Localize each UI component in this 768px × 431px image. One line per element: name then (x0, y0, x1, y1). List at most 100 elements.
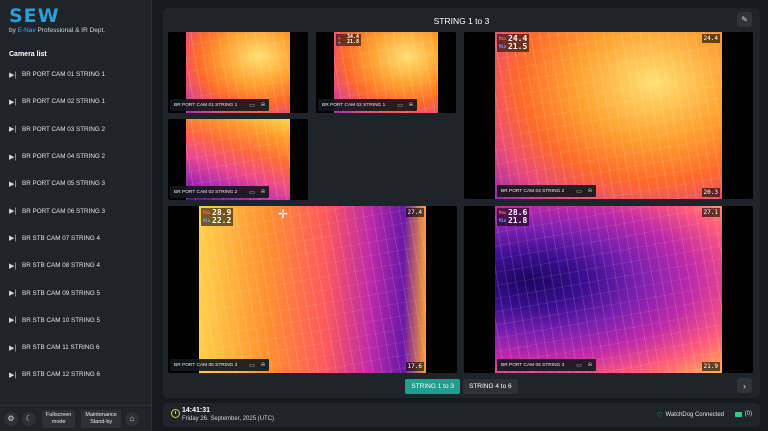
alarm-icon[interactable]: ⍾ (588, 362, 592, 369)
thermal-image (199, 206, 426, 373)
camera-tile[interactable]: BR PORT CAM 01 STRING 1 ▭ ⍾ (168, 32, 308, 113)
app-root: SEW by E-Nav Professional & IR Dept. Cam… (0, 0, 768, 431)
page-title: STRING 1 to 3 (433, 16, 490, 26)
sidebar-footer: ⚙ ☾ Fullscreen mode Maintenance Stand-by ⌂ (0, 405, 152, 431)
tab-string-4-to-6[interactable]: STRING 4 to 6 (463, 379, 518, 394)
camera-name: BR PORT CAM 01 STRING 1 (174, 102, 238, 108)
heart-icon: ♡ (656, 412, 663, 419)
logo-dept: Professional & IR Dept. (35, 27, 106, 34)
edit-pencil-icon[interactable]: ✎ (737, 12, 752, 27)
camera-tile[interactable]: Max 28.6 Min 21.8 27.1 21.9 BR PORT CAM 06… (464, 206, 753, 373)
scale-max: 27.1 (701, 208, 720, 217)
camera-icon: ▶| (9, 180, 17, 188)
camera-icon: ▶| (9, 208, 17, 216)
camera-list-item[interactable]: ▶| BR STB CAM 12 STRING 6 (0, 361, 152, 388)
camera-icon: ▶| (9, 153, 17, 161)
camera-list-item[interactable]: ▶| BR STB CAM 11 STRING 6 (0, 334, 152, 361)
camera-label: BR STB CAM 11 STRING 6 (22, 344, 100, 352)
camera-label: BR STB CAM 09 STRING 5 (22, 289, 101, 297)
camera-icon: ▶| (9, 262, 17, 270)
scale-max: 24.4 (701, 34, 720, 43)
camera-grid-panel: STRING 1 to 3 ✎ BR PORT CAM 01 STRING 1 … (163, 8, 760, 398)
fullscreen-mode-button[interactable]: Fullscreen mode (42, 409, 76, 428)
max-label: Max (499, 36, 507, 41)
camera-tile[interactable]: ▲ 34.4 ▼ 21.8 BR PORT CAM 02 STRING 1 ▭ ⍾ (316, 32, 456, 113)
camera-list-item[interactable]: ▶| BR PORT CAM 06 STRING 3 (0, 197, 152, 224)
camera-list-item[interactable]: ▶| BR PORT CAM 04 STRING 2 (0, 143, 152, 170)
camera-list-item[interactable]: ▶| BR PORT CAM 01 STRING 1 (0, 61, 152, 88)
video-icon[interactable]: ▭ (249, 102, 255, 109)
camera-list-item[interactable]: ▶| BR PORT CAM 02 STRING 1 (0, 88, 152, 115)
video-icon[interactable]: ▭ (576, 362, 582, 369)
camera-list-item[interactable]: ▶| BR PORT CAM 05 STRING 3 (0, 170, 152, 197)
temperature-readout: Max 28.6 Min 21.8 (497, 208, 530, 226)
min-temp: 21.8 (347, 39, 360, 45)
chevron-right-icon[interactable]: › (737, 378, 752, 393)
current-date: Friday 26. September, 2025 (UTC) (182, 416, 275, 422)
maintenance-label-2: Stand-by (90, 418, 113, 425)
camera-icon: ▶| (9, 71, 17, 79)
tab-string-1-to-3[interactable]: STRING 1 to 3 (405, 379, 460, 394)
folder-status[interactable]: (0) (734, 411, 752, 417)
camera-label: BR STB CAM 08 STRING 4 (22, 262, 101, 270)
status-bar: 14:41:31 Friday 26. September, 2025 (UTC… (163, 403, 760, 427)
min-label: Min (499, 218, 507, 223)
home-icon[interactable]: ⌂ (124, 411, 139, 426)
temperature-readout: ▲ 34.4 ▼ 21.8 (336, 34, 362, 46)
fullscreen-label-1: Fullscreen (46, 411, 72, 418)
camera-list-item[interactable]: ▶| BR STB CAM 08 STRING 4 (0, 252, 152, 279)
scale-min: 21.9 (701, 362, 720, 371)
video-icon[interactable]: ▭ (249, 189, 255, 196)
logo-enav: E-Nav (17, 27, 36, 34)
camera-footer: BR PORT CAM 06 STRING 3 ▭ ⍾ (497, 359, 596, 371)
fullscreen-label-2: mode (51, 418, 66, 425)
settings-gear-icon[interactable]: ⚙ (4, 411, 18, 426)
camera-name: BR PORT CAM 05 STRING 3 (174, 362, 238, 368)
camera-icon: ▶| (9, 98, 17, 106)
camera-icon: ▶| (9, 235, 17, 243)
camera-list-title: Camera list (9, 51, 47, 58)
temperature-readout: Max 24.4 Min 21.5 (497, 34, 530, 52)
alarm-icon[interactable]: ⍾ (588, 188, 592, 195)
video-icon[interactable]: ▭ (576, 188, 582, 195)
camera-label: BR STB CAM 07 STRING 4 (22, 234, 101, 242)
camera-tile[interactable]: Max 24.4 Min 21.5 24.4 20.3 BR PORT CAM 04… (464, 32, 753, 199)
camera-list-item[interactable]: ▶| BR STB CAM 07 STRING 4 (0, 225, 152, 252)
alarm-icon[interactable]: ⍾ (409, 102, 413, 109)
camera-list: ▶| BR PORT CAM 01 STRING 1 ▶| BR PORT CAM … (0, 61, 152, 389)
camera-footer: BR PORT CAM 02 STRING 1 ▭ ⍾ (318, 99, 417, 111)
camera-icon: ▶| (9, 344, 17, 352)
maintenance-standby-button[interactable]: Maintenance Stand-by (81, 409, 121, 428)
video-icon[interactable]: ▭ (397, 102, 403, 109)
night-mode-icon[interactable]: ☾ (22, 411, 36, 426)
camera-tile[interactable]: BR PORT CAM 03 STRING 2 ▭ ⍾ (168, 119, 308, 200)
temperature-readout: Max 28.9 Min 22.2 (201, 208, 234, 226)
sidebar: SEW by E-Nav Professional & IR Dept. Cam… (0, 0, 152, 431)
camera-tile[interactable]: Max 28.9 Min 22.2 ✛ 27.4 17.6 BR PORT CAM … (168, 206, 457, 373)
camera-label: BR PORT CAM 03 STRING 2 (22, 125, 106, 133)
camera-label: BR PORT CAM 01 STRING 1 (22, 71, 106, 79)
alarm-icon[interactable]: ⍾ (261, 189, 265, 196)
logo: SEW by E-Nav Professional & IR Dept. (9, 6, 105, 34)
camera-icon: ▶| (9, 290, 17, 298)
video-icon[interactable]: ▭ (249, 362, 255, 369)
camera-icon: ▶| (9, 371, 17, 379)
camera-label: BR PORT CAM 04 STRING 2 (22, 153, 106, 161)
camera-list-item[interactable]: ▶| BR STB CAM 09 STRING 5 (0, 279, 152, 306)
folder-count: (0) (744, 411, 752, 417)
string-tabs: STRING 1 to 3 STRING 4 to 6 (163, 379, 760, 394)
crosshair-icon: ✛ (278, 207, 289, 221)
current-time: 14:41:31 (182, 407, 211, 414)
logo-subtitle: by E-Nav Professional & IR Dept. (9, 27, 105, 34)
min-label: ▼ (338, 39, 341, 45)
max-label: Max (499, 210, 507, 215)
max-label: ▲ (338, 34, 341, 40)
camera-label: BR PORT CAM 02 STRING 1 (22, 98, 106, 106)
min-temp: 22.2 (212, 216, 232, 225)
camera-list-item[interactable]: ▶| BR PORT CAM 03 STRING 2 (0, 116, 152, 143)
alarm-icon[interactable]: ⍾ (261, 102, 265, 109)
alarm-icon[interactable]: ⍾ (261, 362, 265, 369)
min-label: Min (203, 218, 211, 223)
camera-label: BR STB CAM 10 STRING 5 (22, 316, 101, 324)
camera-list-item[interactable]: ▶| BR STB CAM 10 STRING 5 (0, 307, 152, 334)
